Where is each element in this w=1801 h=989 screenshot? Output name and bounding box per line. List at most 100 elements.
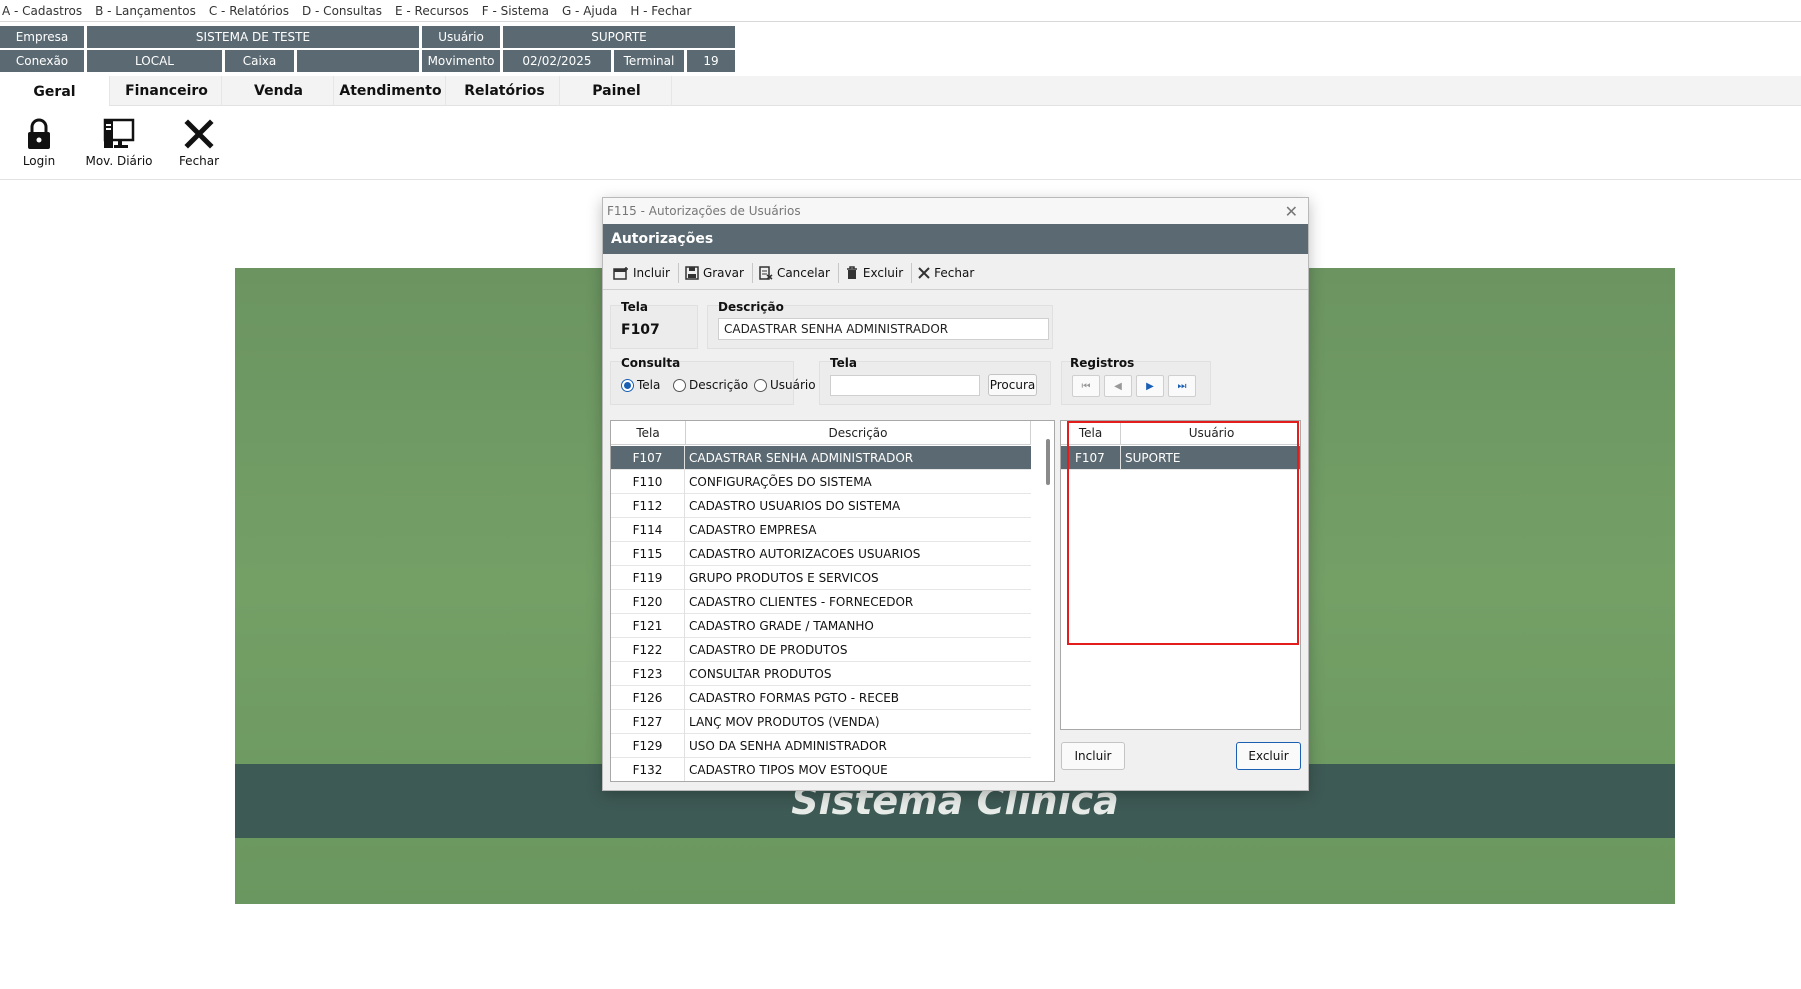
cell-tela: F129 xyxy=(611,734,685,758)
empresa-value: SISTEMA DE TESTE xyxy=(87,26,419,48)
menu-fechar[interactable]: H - Fechar xyxy=(630,4,691,18)
excluir-toolbar-button[interactable]: Excluir xyxy=(845,262,913,283)
consulta-radio-usuario[interactable]: Usuário xyxy=(754,378,816,392)
descricao-group: Descrição CADASTRAR SENHA ADMINISTRADOR xyxy=(707,300,1053,349)
procura-button[interactable]: Procura xyxy=(988,374,1037,396)
table-row[interactable]: F132 CADASTRO TIPOS MOV ESTOQUE xyxy=(611,758,1031,781)
table-row[interactable]: F129 USO DA SENHA ADMINISTRADOR xyxy=(611,734,1031,758)
cell-tela: F112 xyxy=(611,494,685,518)
cell-tela: F127 xyxy=(611,710,685,734)
table-row[interactable]: F123 CONSULTAR PRODUTOS xyxy=(611,662,1031,686)
incluir-toolbar-button[interactable]: Incluir xyxy=(613,262,679,283)
tab-relatorios[interactable]: Relatórios xyxy=(450,76,560,106)
descricao-field[interactable]: CADASTRAR SENHA ADMINISTRADOR xyxy=(718,318,1049,340)
dialog-header: Autorizações xyxy=(603,224,1308,254)
cell-descricao: CADASTRO DE PRODUTOS xyxy=(689,643,848,657)
save-icon xyxy=(685,265,699,280)
next-record-button[interactable]: ▶ xyxy=(1136,375,1164,397)
table-row[interactable]: F115 CADASTRO AUTORIZACOES USUARIOS xyxy=(611,542,1031,566)
first-record-button[interactable]: ⏮ xyxy=(1072,375,1100,397)
consulta-label: Consulta xyxy=(621,356,681,370)
dialog-toolbar: Incluir Gravar Cancelar Excluir Fechar xyxy=(603,256,1308,290)
dialog-title: F115 - Autorizações de Usuários xyxy=(607,204,801,218)
table-row[interactable]: F127 LANÇ MOV PRODUTOS (VENDA) xyxy=(611,710,1031,734)
prev-record-button[interactable]: ◀ xyxy=(1104,375,1132,397)
dialog-close-icon[interactable]: ✕ xyxy=(1285,202,1298,221)
radio-dot xyxy=(673,378,686,392)
table-row[interactable]: F112 CADASTRO USUARIOS DO SISTEMA xyxy=(611,494,1031,518)
cell-descricao: LANÇ MOV PRODUTOS (VENDA) xyxy=(689,715,880,729)
table-row[interactable]: F114 CADASTRO EMPRESA xyxy=(611,518,1031,542)
computer-icon xyxy=(103,118,135,148)
fechar-toolbar-button[interactable]: Fechar xyxy=(918,263,982,283)
radio-label: Descrição xyxy=(689,378,749,392)
module-tabs: Geral Financeiro Venda Atendimento Relat… xyxy=(0,76,1801,107)
incluir-label: Incluir xyxy=(633,265,670,280)
caixa-value xyxy=(297,50,419,72)
menu-ajuda[interactable]: G - Ajuda xyxy=(562,4,617,18)
table-row[interactable]: F107 CADASTRAR SENHA ADMINISTRADOR xyxy=(611,446,1031,470)
grid-scrollbar[interactable] xyxy=(1046,439,1050,485)
menu-relatorios[interactable]: C - Relatórios xyxy=(209,4,289,18)
tab-geral[interactable]: Geral xyxy=(0,76,110,107)
movimento-label: Movimento xyxy=(422,50,500,72)
cell-descricao: CADASTRO AUTORIZACOES USUARIOS xyxy=(689,547,921,561)
cell-descricao: CADASTRAR SENHA ADMINISTRADOR xyxy=(689,451,914,465)
last-record-button[interactable]: ⏭ xyxy=(1168,375,1196,397)
table-row[interactable]: F121 CADASTRO GRADE / TAMANHO xyxy=(611,614,1031,638)
column-header-descricao[interactable]: Descrição xyxy=(686,421,1031,445)
table-row[interactable]: F126 CADASTRO FORMAS PGTO - RECEB xyxy=(611,686,1031,710)
movimento-value: 02/02/2025 xyxy=(503,50,611,72)
menu-recursos[interactable]: E - Recursos xyxy=(395,4,469,18)
incluir-user-button[interactable]: Incluir xyxy=(1061,742,1125,770)
radio-dot xyxy=(754,378,767,392)
consulta-radio-tela[interactable]: Tela xyxy=(621,378,660,392)
login-label: Login xyxy=(22,154,56,168)
ribbon: Login Mov. Diário Fechar xyxy=(0,106,1801,180)
table-row[interactable]: F110 CONFIGURAÇÕES DO SISTEMA xyxy=(611,470,1031,494)
tab-painel[interactable]: Painel xyxy=(562,76,672,106)
grid-header: Tela Descrição xyxy=(611,421,1031,445)
terminal-label: Terminal xyxy=(614,50,684,72)
menu-bar: A - Cadastros B - Lançamentos C - Relató… xyxy=(0,0,1801,22)
tab-financeiro[interactable]: Financeiro xyxy=(112,76,222,106)
mov-diario-label: Mov. Diário xyxy=(85,154,153,168)
column-header-tela[interactable]: Tela xyxy=(611,421,686,445)
terminal-value: 19 xyxy=(687,50,735,72)
table-row[interactable]: F120 CADASTRO CLIENTES - FORNECEDOR xyxy=(611,590,1031,614)
fechar-button[interactable]: Fechar xyxy=(164,118,234,168)
fechar-toolbar-label: Fechar xyxy=(934,265,975,280)
add-record-icon xyxy=(613,266,628,280)
consulta-radio-descricao[interactable]: Descrição xyxy=(673,378,748,392)
radio-label: Tela xyxy=(637,378,661,392)
cell-descricao: CADASTRO FORMAS PGTO - RECEB xyxy=(689,691,900,705)
tab-venda[interactable]: Venda xyxy=(224,76,334,106)
menu-lancamentos[interactable]: B - Lançamentos xyxy=(95,4,196,18)
radio-label: Usuário xyxy=(770,378,816,392)
cell-tela: F119 xyxy=(611,566,685,590)
cell-tela: F123 xyxy=(611,662,685,686)
cell-descricao: CADASTRO USUARIOS DO SISTEMA xyxy=(689,499,901,513)
dialog-titlebar: F115 - Autorizações de Usuários ✕ xyxy=(603,198,1308,224)
excluir-user-button[interactable]: Excluir xyxy=(1236,742,1301,770)
usuario-label: Usuário xyxy=(422,26,500,48)
consulta-group: Consulta Tela Descrição Usuário xyxy=(610,356,816,405)
menu-consultas[interactable]: D - Consultas xyxy=(302,4,382,18)
menu-sistema[interactable]: F - Sistema xyxy=(482,4,549,18)
cancelar-toolbar-button[interactable]: Cancelar xyxy=(759,262,839,283)
cell-tela: F114 xyxy=(611,518,685,542)
menu-cadastros[interactable]: A - Cadastros xyxy=(2,4,82,18)
tab-atendimento[interactable]: Atendimento xyxy=(336,76,446,106)
table-row[interactable]: F119 GRUPO PRODUTOS E SERVICOS xyxy=(611,566,1031,590)
gravar-toolbar-button[interactable]: Gravar xyxy=(685,262,753,283)
busca-input[interactable] xyxy=(830,375,980,396)
gravar-label: Gravar xyxy=(702,265,744,280)
busca-label: Tela xyxy=(830,356,857,370)
cell-descricao: CADASTRO TIPOS MOV ESTOQUE xyxy=(689,763,888,777)
cell-tela: F126 xyxy=(611,686,685,710)
login-button[interactable]: Login xyxy=(4,118,74,168)
screens-grid[interactable]: Tela Descrição F107 CADASTRAR SENHA ADMIN… xyxy=(610,420,1055,782)
registros-group: Registros ⏮ ◀ ▶ ⏭ xyxy=(1061,356,1211,405)
mov-diario-button[interactable]: Mov. Diário xyxy=(84,118,154,168)
table-row[interactable]: F122 CADASTRO DE PRODUTOS xyxy=(611,638,1031,662)
